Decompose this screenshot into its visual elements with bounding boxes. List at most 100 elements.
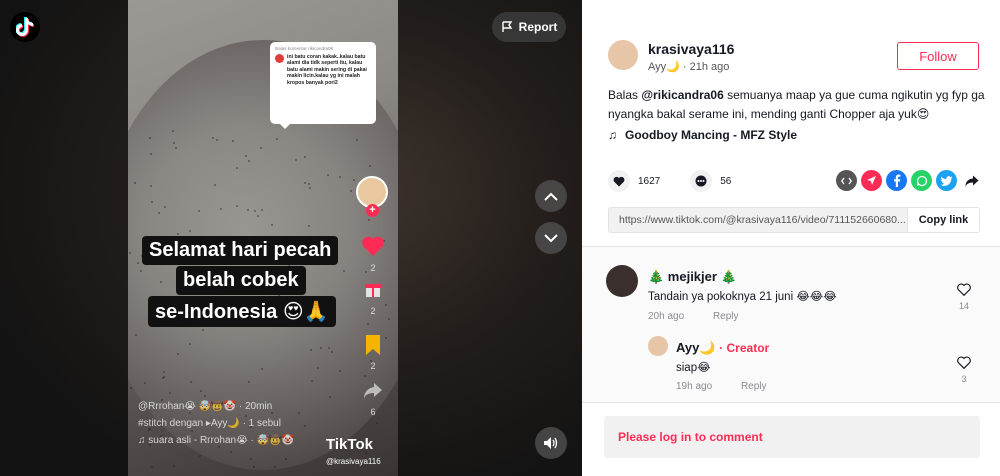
reply-username[interactable]: Ayy🌙 · Creator <box>676 340 769 356</box>
stone-texture-speck <box>285 458 287 460</box>
heart-icon[interactable] <box>358 231 388 261</box>
reply-button[interactable]: Reply <box>713 311 739 322</box>
stone-texture-speck <box>164 206 166 208</box>
stone-texture-speck <box>308 183 310 185</box>
comment-avatar[interactable] <box>606 265 638 297</box>
next-video-button[interactable] <box>535 222 567 254</box>
stone-texture-speck <box>204 395 206 397</box>
volume-button[interactable] <box>535 427 567 459</box>
stone-texture-speck <box>216 139 218 141</box>
stone-texture-speck <box>137 262 139 264</box>
whatsapp-icon[interactable] <box>911 170 932 191</box>
reply-text: siap😂 <box>676 362 711 374</box>
reply-like-count: 3 <box>961 374 967 384</box>
stone-texture-speck <box>245 155 247 157</box>
reply-button[interactable]: Reply <box>741 381 767 392</box>
stone-texture-speck <box>169 392 171 394</box>
video-link-text[interactable]: https://www.tiktok.com/@krasivaya116/vid… <box>609 214 907 226</box>
stone-texture-speck <box>134 182 136 184</box>
stone-texture-speck <box>199 455 201 457</box>
reply-comment-header: Balas komentar rikicandra06 <box>275 46 334 51</box>
stone-texture-speck <box>230 451 232 453</box>
reply-comment-avatar <box>275 53 284 63</box>
comment-time: 20h ago <box>648 311 685 322</box>
stone-texture-speck <box>190 381 192 383</box>
stone-texture-speck <box>295 159 297 161</box>
stone-texture-speck <box>309 187 311 189</box>
stone-texture-speck <box>236 167 238 169</box>
stone-texture-speck <box>150 153 152 155</box>
reply-like-button[interactable]: 3 <box>954 356 974 384</box>
comment-list[interactable]: 🎄 mejikjer 🎄 Tandain ya pokoknya 21 juni… <box>582 247 1000 402</box>
copy-link-button[interactable]: Copy link <box>907 208 979 232</box>
tiktok-logo-icon[interactable] <box>10 12 40 42</box>
author-username[interactable]: krasivaya116 <box>648 41 734 57</box>
video-meta-stitch: #stitch dengan ▸Ayy🌙 · 1 sebul <box>138 418 281 429</box>
stone-texture-speck <box>328 347 330 349</box>
stone-texture-speck <box>310 349 312 351</box>
stone-texture-speck <box>353 179 355 181</box>
engagement-stats: 1627 56 <box>608 170 731 192</box>
creator-badge: · Creator <box>719 341 770 355</box>
stone-texture-speck <box>151 201 153 203</box>
stone-texture-speck <box>248 160 250 162</box>
stone-texture-speck <box>304 182 306 184</box>
stone-texture-speck <box>367 323 369 325</box>
comment-count-label: 56 <box>720 175 732 187</box>
login-to-comment-button[interactable]: Please log in to comment <box>604 416 980 458</box>
stone-texture-speck <box>250 458 252 460</box>
heart-icon <box>613 176 625 186</box>
divider <box>582 402 1000 403</box>
like-count-label: 1627 <box>638 175 661 187</box>
stone-texture-speck <box>261 368 263 370</box>
author-avatar[interactable] <box>608 40 638 70</box>
stone-texture-speck <box>343 270 345 272</box>
author-nickname-time: Ayy🌙 · 21h ago <box>648 61 730 73</box>
stone-texture-speck <box>144 382 146 384</box>
stone-texture-speck <box>388 318 390 320</box>
follow-plus-icon[interactable]: + <box>366 204 379 217</box>
comment-like-button[interactable]: 14 <box>954 283 974 311</box>
send-to-friends-icon[interactable] <box>861 170 882 191</box>
comment-username[interactable]: 🎄 mejikjer 🎄 <box>648 269 737 285</box>
report-label: Report <box>518 20 558 34</box>
follow-button[interactable]: Follow <box>897 42 979 70</box>
video-link-box: https://www.tiktok.com/@krasivaya116/vid… <box>608 207 980 233</box>
comment-dots-icon <box>695 175 707 187</box>
stone-texture-speck <box>356 139 358 141</box>
stone-texture-speck <box>200 390 202 392</box>
stone-texture-speck <box>368 219 370 221</box>
comment-button[interactable] <box>690 170 713 192</box>
stone-texture-speck <box>189 230 191 232</box>
comment-count-small: 2 <box>370 306 376 316</box>
reply-time: 19h ago <box>676 381 713 392</box>
heart-outline-icon <box>957 283 971 297</box>
report-button[interactable]: Report <box>492 12 566 42</box>
bookmark-count: 2 <box>370 361 376 371</box>
stone-texture-speck <box>173 142 175 144</box>
reply-username-text: Ayy🌙 <box>676 340 716 355</box>
stone-texture-speck <box>158 212 160 214</box>
video-meta-author: @Rrrohan😭 🤯🤠🤡 · 20min <box>138 401 273 412</box>
reply-comment-sticker: Balas komentar rikicandra06 ini batu cor… <box>270 42 376 129</box>
desc-mention-link[interactable]: @rikicandra06 <box>641 88 723 102</box>
twitter-icon[interactable] <box>936 170 957 191</box>
reply-avatar[interactable] <box>648 336 668 356</box>
heart-outline-icon <box>957 356 971 370</box>
more-share-icon[interactable] <box>961 170 982 191</box>
stone-texture-speck <box>172 130 174 132</box>
stone-texture-speck <box>248 381 250 383</box>
facebook-icon[interactable] <box>886 170 907 191</box>
bookmark-icon[interactable] <box>358 330 388 360</box>
gift-icon[interactable] <box>358 274 388 304</box>
comment-meta: 20h ago Reply <box>648 311 739 322</box>
stone-texture-speck <box>149 137 151 139</box>
embed-icon[interactable] <box>836 170 857 191</box>
stone-texture-speck <box>212 137 214 139</box>
stone-texture-speck <box>261 209 263 211</box>
flag-icon <box>501 21 512 32</box>
like-button[interactable] <box>608 170 630 192</box>
previous-video-button[interactable] <box>535 180 567 212</box>
stone-texture-speck <box>331 351 333 353</box>
music-link[interactable]: ♫ Goodboy Mancing - MFZ Style <box>608 128 797 142</box>
